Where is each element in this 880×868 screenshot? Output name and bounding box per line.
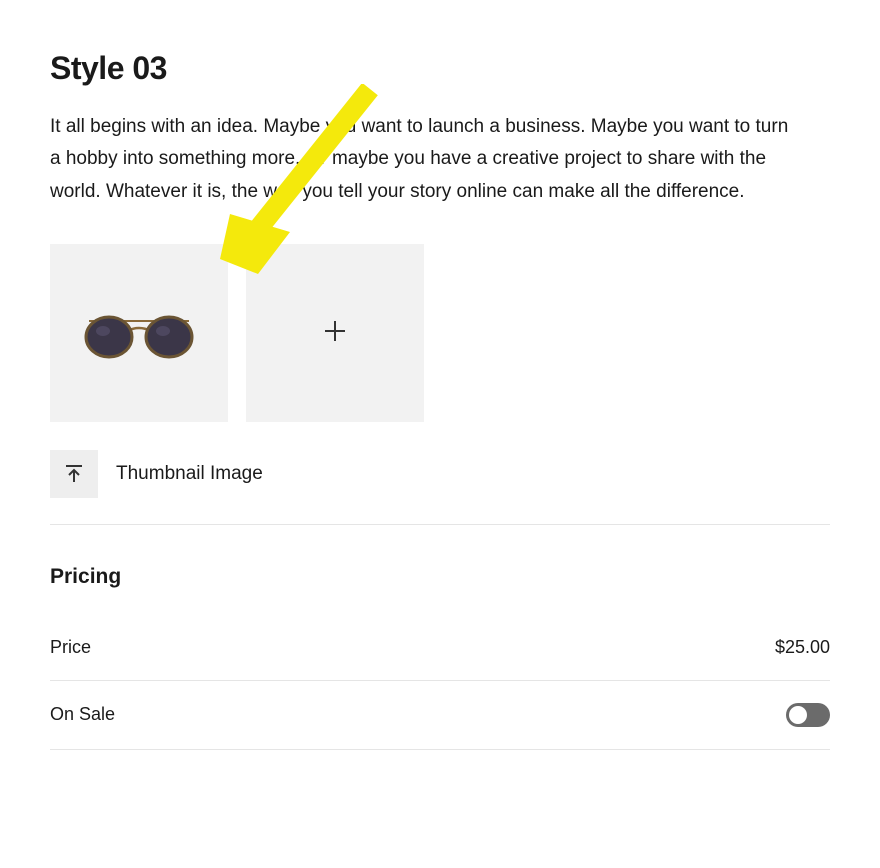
thumbnail-upload-button[interactable] xyxy=(50,450,98,498)
toggle-knob xyxy=(789,706,807,724)
on-sale-label: On Sale xyxy=(50,704,115,725)
price-label: Price xyxy=(50,637,91,658)
product-description[interactable]: It all begins with an idea. Maybe you wa… xyxy=(50,111,790,208)
add-image-button[interactable] xyxy=(246,244,424,422)
sunglasses-icon xyxy=(79,303,199,363)
price-value: $25.00 xyxy=(775,637,830,658)
image-grid xyxy=(50,244,830,422)
thumbnail-row: Thumbnail Image xyxy=(50,450,830,525)
product-image-thumbnail[interactable] xyxy=(50,244,228,422)
on-sale-row: On Sale xyxy=(50,681,830,750)
thumbnail-label: Thumbnail Image xyxy=(116,463,263,485)
pricing-heading: Pricing xyxy=(50,565,830,589)
on-sale-toggle[interactable] xyxy=(786,703,830,727)
price-row[interactable]: Price $25.00 xyxy=(50,615,830,681)
upload-arrow-icon xyxy=(64,464,84,484)
page-title: Style 03 xyxy=(50,50,830,87)
plus-icon xyxy=(324,316,346,350)
